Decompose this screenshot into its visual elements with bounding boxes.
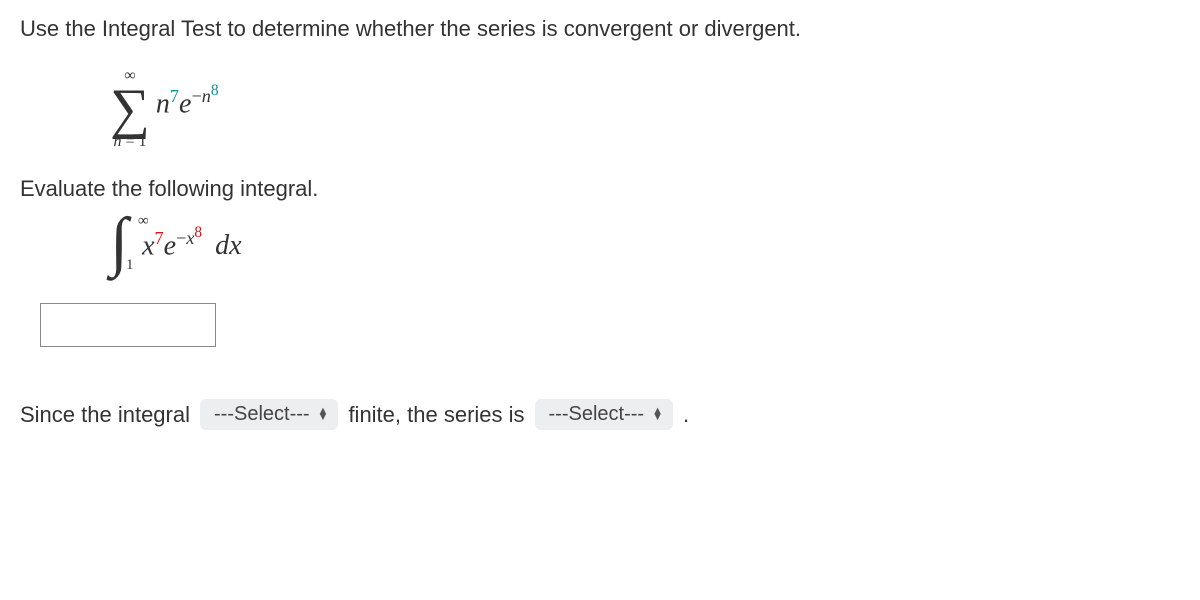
conclusion-period: . <box>683 402 689 428</box>
integrand: x7e−x8 dx <box>142 224 241 262</box>
integral-finite-select[interactable]: ---Select--- ▲▼ <box>200 399 338 430</box>
select-placeholder-1: ---Select--- <box>214 403 310 426</box>
select-placeholder-2: ---Select--- <box>549 403 645 426</box>
summand: n7e−n8 <box>156 82 219 120</box>
series-convergence-select[interactable]: ---Select--- ▲▼ <box>535 399 673 430</box>
sigma-symbol: ∑ <box>110 84 150 134</box>
chevron-updown-icon: ▲▼ <box>652 409 663 420</box>
sum-lower-limit: n = 1 <box>113 134 146 150</box>
integral-answer-input[interactable] <box>40 303 216 347</box>
evaluate-prompt: Evaluate the following integral. <box>20 176 1180 202</box>
question-prompt: Use the Integral Test to determine wheth… <box>20 16 1180 42</box>
integral-expression: ∞ ∫ 1 x7e−x8 dx <box>110 216 242 269</box>
int-lower-limit: 1 <box>126 258 134 273</box>
series-expression: ∞ ∑ n = 1 n7e−n8 <box>110 68 219 150</box>
int-upper-limit: ∞ <box>138 214 149 229</box>
chevron-updown-icon: ▲▼ <box>318 409 329 420</box>
conclusion-text-1: Since the integral <box>20 402 190 428</box>
conclusion-text-2: finite, the series is <box>348 402 524 428</box>
